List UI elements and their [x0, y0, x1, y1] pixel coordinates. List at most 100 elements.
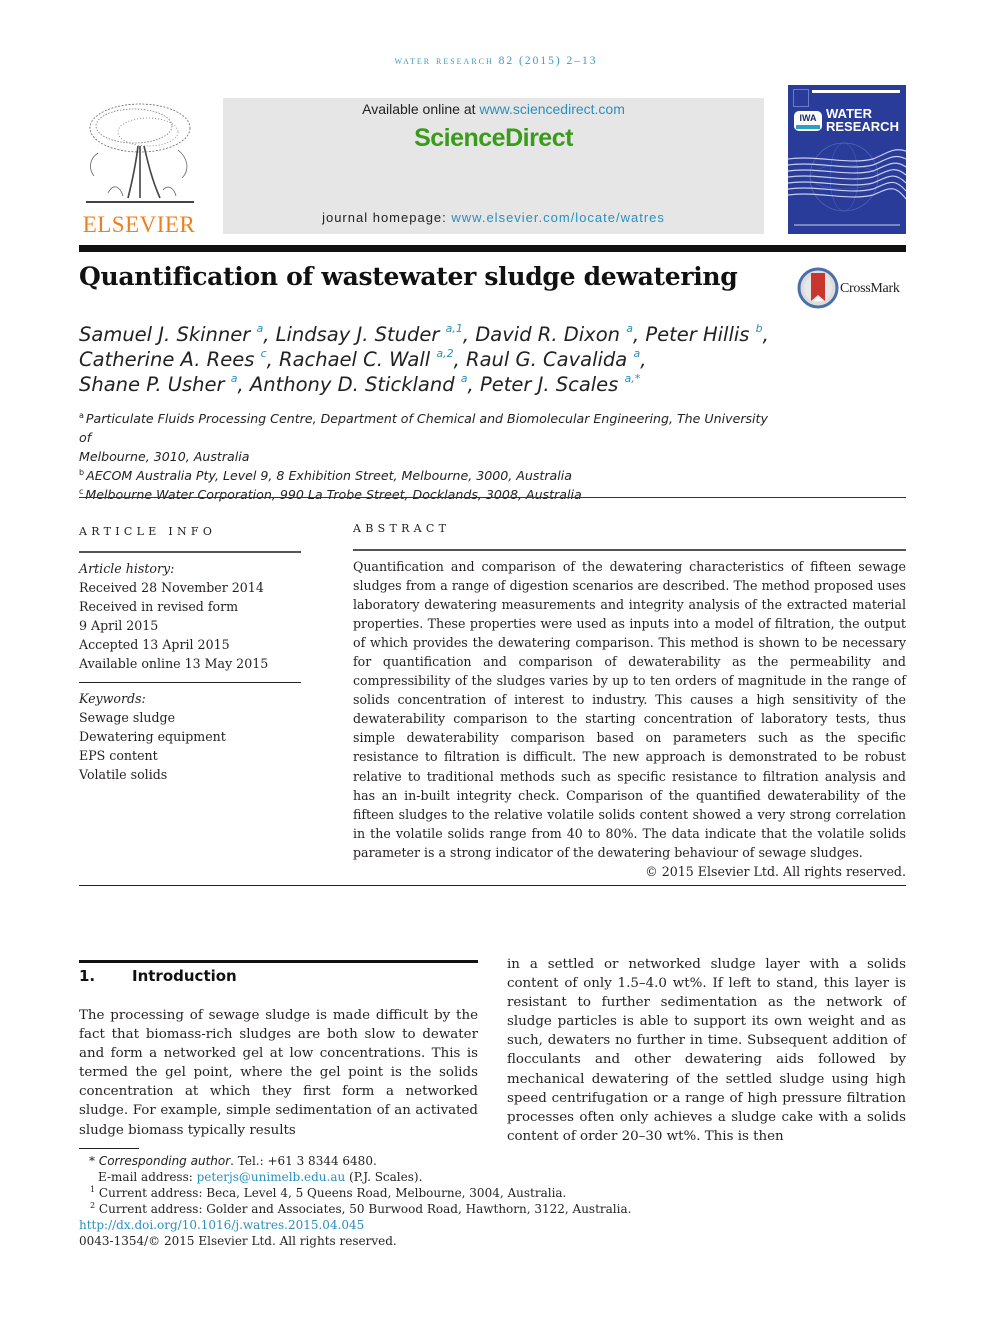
author-separator: , — [462, 323, 476, 346]
crossmark-icon — [797, 267, 839, 309]
email-suffix: (P.J. Scales). — [345, 1170, 423, 1184]
affiliation-a: a Particulate Fluids Processing Centre, D… — [79, 409, 779, 447]
keywords-label: Keywords: — [79, 691, 146, 706]
section-number: 1. — [79, 967, 96, 985]
cover-title-line2: RESEARCH — [826, 119, 899, 134]
author-separator: , — [467, 373, 480, 396]
affiliation-key: b — [79, 468, 85, 477]
affiliation-c: c Melbourne Water Corporation, 990 La Tro… — [79, 485, 779, 504]
affiliation-divider — [79, 497, 906, 498]
iwa-logo-icon: IWA — [794, 111, 822, 131]
affiliation-key: c — [79, 487, 84, 496]
author-name[interactable]: Lindsay J. Studer — [276, 323, 440, 346]
cover-elsevier-icon — [793, 89, 809, 107]
keyword[interactable]: Volatile solids — [79, 765, 301, 784]
abstract: Quantification and comparison of the dew… — [353, 557, 906, 881]
asterisk-mark: * — [89, 1154, 95, 1168]
affiliation-ref[interactable]: a — [626, 322, 633, 335]
footnote-1: 1 Current address: Beca, Level 4, 5 Quee… — [79, 1185, 679, 1201]
author-name[interactable]: Raul G. Cavalida — [466, 348, 627, 371]
affiliation-b: b AECOM Australia Pty, Level 9, 8 Exhibit… — [79, 466, 779, 485]
journal-homepage-line: journal homepage: www.elsevier.com/locat… — [223, 210, 764, 225]
affiliation-text: Melbourne Water Corporation, 990 La Trob… — [85, 487, 582, 502]
introduction-rule — [79, 960, 478, 963]
sciencedirect-brand[interactable]: ScienceDirect — [223, 124, 764, 153]
affiliation-ref[interactable]: a,1 — [446, 322, 463, 335]
abstract-copyright: © 2015 Elsevier Ltd. All rights reserved… — [645, 863, 906, 879]
article-info-rule — [79, 551, 301, 553]
cover-title: WATER RESEARCH — [826, 107, 899, 133]
author-name[interactable]: Anthony D. Stickland — [250, 373, 455, 396]
journal-homepage-link[interactable]: www.elsevier.com/locate/watres — [451, 210, 665, 225]
elsevier-tree-icon — [86, 103, 194, 203]
keyword[interactable]: Sewage sludge — [79, 708, 301, 727]
section-title: Introduction — [132, 967, 237, 985]
running-head: water research 82 (2015) 2–13 — [394, 55, 598, 67]
author-name[interactable]: Catherine A. Rees — [79, 348, 254, 371]
elsevier-logo[interactable]: ELSEVIER — [78, 98, 200, 238]
author-list: Samuel J. Skinner a, Lindsay J. Studer a… — [79, 322, 839, 397]
author-line-3: Shane P. Usher a, Anthony D. Stickland a… — [79, 372, 839, 397]
email-link[interactable]: peterjs@unimelb.edu.au — [197, 1170, 346, 1184]
footnote-2: 2 Current address: Golder and Associates… — [79, 1201, 679, 1217]
keyword[interactable]: Dewatering equipment — [79, 727, 301, 746]
footnotes: * Corresponding author. Tel.: +61 3 8344… — [79, 1153, 679, 1249]
abstract-rule — [353, 549, 906, 551]
author-separator: , — [266, 348, 280, 371]
crossmark-label: CrossMark — [840, 281, 900, 296]
crossmark-button[interactable]: CrossMark — [797, 267, 909, 309]
cover-wave-graphic — [788, 142, 906, 226]
journal-cover-image[interactable]: IWA WATER RESEARCH — [788, 85, 906, 234]
elsevier-wordmark: ELSEVIER — [82, 212, 196, 237]
journal-homepage-label: journal homepage: — [322, 210, 452, 225]
author-name[interactable]: Peter Hillis — [645, 323, 749, 346]
affiliation-text: Particulate Fluids Processing Centre, De… — [79, 411, 768, 445]
author-separator: , — [762, 323, 769, 346]
corresponding-author-note: * Corresponding author. Tel.: +61 3 8344… — [79, 1153, 679, 1169]
email-note: E-mail address: peterjs@unimelb.edu.au (… — [79, 1169, 679, 1185]
affiliation-key: a — [79, 411, 84, 420]
footnote-mark: 2 — [90, 1201, 96, 1210]
author-name[interactable]: Shane P. Usher — [79, 373, 225, 396]
corresponding-author-tel: . Tel.: +61 3 8344 6480. — [230, 1154, 377, 1168]
email-label: E-mail address: — [98, 1170, 197, 1184]
author-separator: , — [263, 323, 276, 346]
issn-copyright: 0043-1354/© 2015 Elsevier Ltd. All right… — [79, 1234, 397, 1248]
header-rule — [79, 245, 906, 252]
introduction-heading: 1. Introduction — [79, 967, 237, 985]
history-item: Accepted 13 April 2015 — [79, 637, 230, 652]
author-name[interactable]: David R. Dixon — [475, 323, 620, 346]
author-separator: , — [632, 323, 646, 346]
sciencedirect-link[interactable]: www.sciencedirect.com — [479, 101, 625, 117]
available-online-label: Available online at — [362, 101, 480, 117]
history-item: Received in revised form — [79, 599, 239, 614]
author-separator: , — [237, 373, 250, 396]
sciencedirect-banner: Available online at www.sciencedirect.co… — [223, 98, 764, 234]
abstract-text: Quantification and comparison of the dew… — [353, 559, 906, 860]
affiliation-ref[interactable]: b — [756, 322, 763, 335]
affiliation-ref[interactable]: a,* — [625, 372, 641, 385]
abstract-heading: ABSTRACT — [353, 522, 451, 535]
doi-link[interactable]: http://dx.doi.org/10.1016/j.watres.2015.… — [79, 1217, 679, 1233]
affiliation-ref[interactable]: a,2 — [436, 347, 453, 360]
affiliation-ref[interactable]: a — [461, 372, 468, 385]
author-line-2: Catherine A. Rees c, Rachael C. Wall a,2… — [79, 347, 839, 372]
keyword[interactable]: EPS content — [79, 746, 301, 765]
affiliation-text: AECOM Australia Pty, Level 9, 8 Exhibiti… — [86, 468, 572, 483]
footnote-text: Current address: Beca, Level 4, 5 Queens… — [98, 1186, 567, 1200]
footnote-text: Current address: Golder and Associates, … — [98, 1202, 632, 1216]
available-online-line: Available online at www.sciencedirect.co… — [223, 101, 764, 117]
introduction-column-1: The processing of sewage sludge is made … — [79, 1008, 478, 1138]
history-item: Received 28 November 2014 — [79, 580, 264, 595]
author-name[interactable]: Rachael C. Wall — [279, 348, 430, 371]
article-info-column: ARTICLE INFO Article history: Received 2… — [79, 522, 301, 784]
author-name[interactable]: Samuel J. Skinner — [79, 323, 250, 346]
corresponding-author-label: Corresponding author — [98, 1154, 231, 1168]
introduction-column-2: in a settled or networked sludge layer w… — [507, 957, 906, 1144]
author-name[interactable]: Peter J. Scales — [480, 373, 618, 396]
keywords-rule — [79, 682, 301, 683]
history-item: 9 April 2015 — [79, 618, 159, 633]
cover-top-bar — [812, 90, 900, 93]
abstract-bottom-divider — [79, 885, 906, 886]
article-info-heading: ARTICLE INFO — [79, 525, 217, 538]
